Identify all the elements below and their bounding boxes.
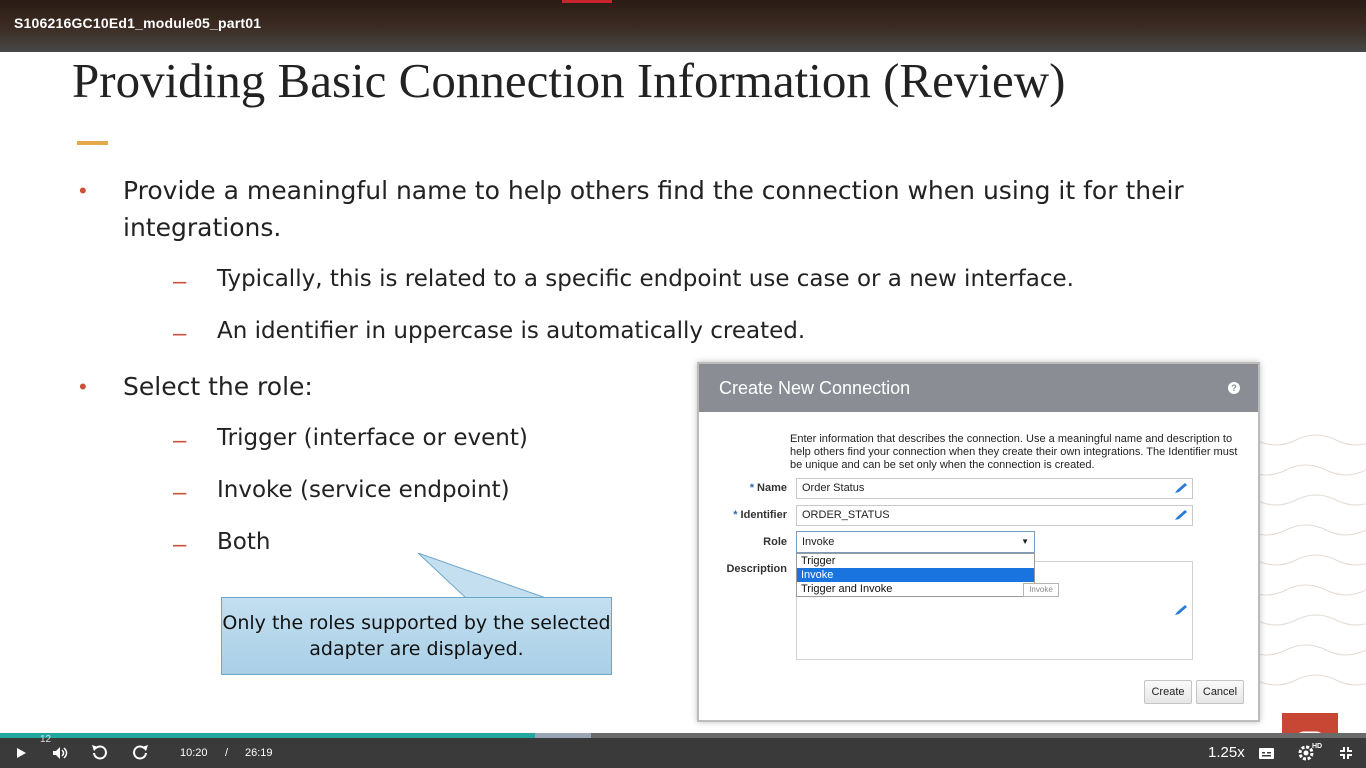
sub-bullet-dash: – [173,268,187,295]
required-mark: * [733,509,738,521]
callout-pointer [417,553,547,599]
duration: 26:19 [245,747,273,759]
edit-pen-icon[interactable] [1174,509,1188,521]
role-option-trigger-and-invoke[interactable]: Trigger and Invoke [797,582,1034,596]
fullscreen-exit-icon[interactable] [1336,738,1356,768]
sub-bullet-text: An identifier in uppercase is automatica… [217,318,806,344]
role-selected-value: Invoke [802,536,835,548]
player-controls: 10:20 / 26:19 1.25x HD [0,738,1366,768]
name-label-text: Name [757,482,787,494]
sub-bullet-text: Both [217,529,271,555]
sub-bullet-text: Typically, this is related to a specific… [217,266,1074,292]
sub-bullet-text: Invoke (service endpoint) [217,477,510,503]
bullet-marker: • [79,178,87,203]
identifier-label-text: Identifier [740,509,787,521]
option-tooltip: Invoke [1023,583,1059,597]
identifier-label: * Identifier [709,509,787,521]
settings-icon[interactable]: HD [1294,738,1322,768]
hd-badge: HD [1312,743,1323,750]
role-label: Role [763,536,787,548]
role-option-trigger[interactable]: Trigger [797,554,1034,568]
title-underline [77,141,108,145]
cancel-button[interactable]: Cancel [1196,680,1244,704]
callout-text: Only the roles supported by the selected… [222,612,611,660]
slide-title: Providing Basic Connection Information (… [72,53,1066,108]
playback-speed[interactable]: 1.25x [1208,744,1245,761]
sub-bullet-dash: – [173,479,187,506]
volume-icon[interactable] [49,738,71,768]
slide-number: 12 [40,734,52,745]
decorative-pattern [1246,434,1366,686]
current-time: 10:20 [180,747,208,759]
bullet-marker: • [79,374,87,399]
identifier-input[interactable]: ORDER_STATUS [796,505,1193,526]
bullet-text: Provide a meaningful name to help others… [123,176,1184,242]
dialog-header: Create New Connection ? [699,364,1258,412]
create-connection-dialog: Create New Connection ? Enter informatio… [697,362,1260,722]
chevron-down-icon: ▼ [1021,537,1029,546]
callout-box: Only the roles supported by the selected… [221,597,612,675]
edit-pen-icon[interactable] [1174,482,1188,494]
name-input[interactable]: Order Status [796,478,1193,499]
dialog-description: Enter information that describes the con… [790,433,1238,471]
sub-bullet-dash: – [173,320,187,347]
forward-icon[interactable] [128,738,152,768]
sub-bullet-dash: – [173,531,187,558]
sub-bullet-dash: – [173,427,187,454]
role-dropdown: Trigger Invoke Trigger and Invoke [796,553,1035,597]
play-icon[interactable] [10,738,32,768]
name-label: * Name [719,482,787,494]
sub-bullet-text: Trigger (interface or event) [217,425,528,451]
rewind-icon[interactable] [88,738,112,768]
role-option-invoke[interactable]: Invoke [797,568,1034,582]
dialog-title: Create New Connection [719,378,911,398]
description-label: Description [726,563,787,575]
video-title: S106216GC10Ed1_module05_part01 [14,15,262,31]
top-accent-line [562,0,612,3]
required-mark: * [749,482,754,494]
create-button[interactable]: Create [1144,680,1192,704]
edit-pen-icon[interactable] [1174,604,1188,616]
role-select[interactable]: Invoke ▼ [796,531,1035,553]
time-separator: / [225,747,229,759]
captions-icon[interactable] [1257,738,1275,768]
bullet-text: Select the role: [123,372,313,401]
help-icon[interactable]: ? [1228,382,1240,394]
video-title-bar: S106216GC10Ed1_module05_part01 [0,0,1366,52]
